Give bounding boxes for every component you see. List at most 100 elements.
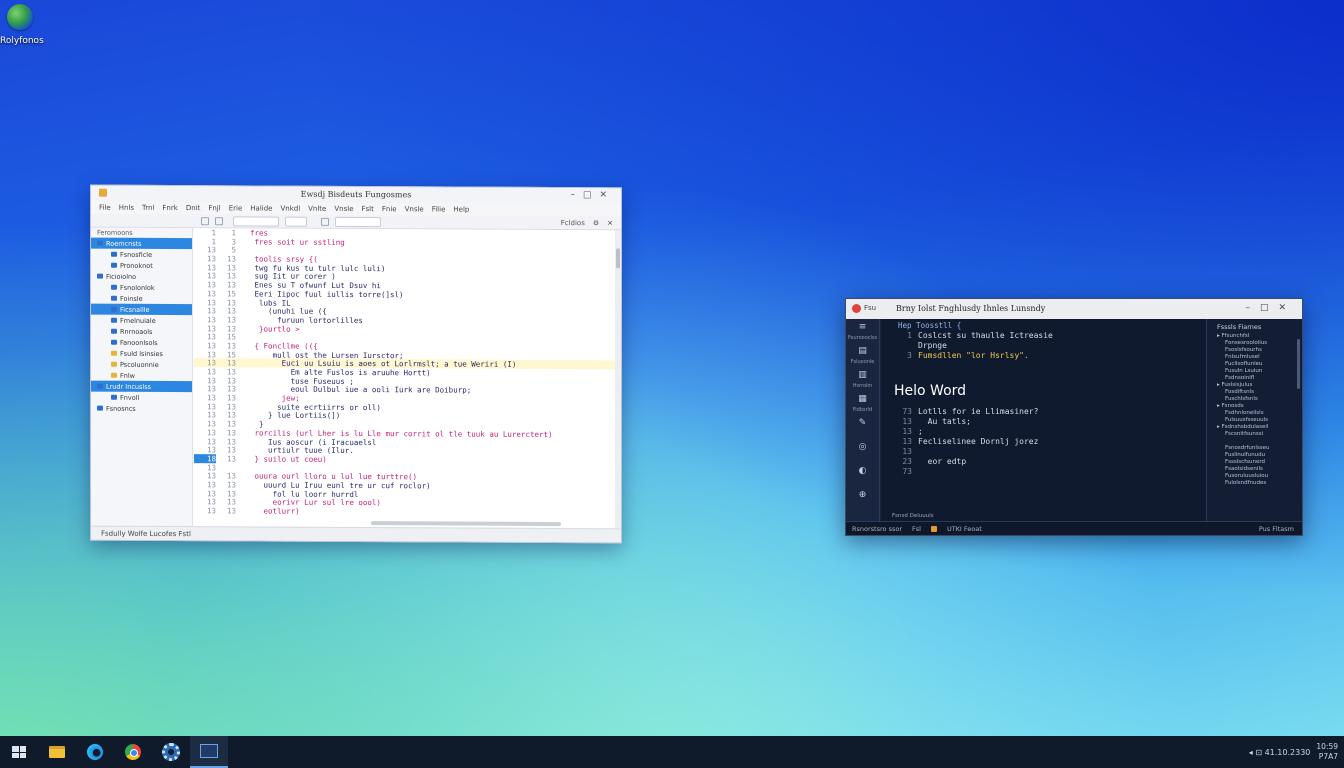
menu-item[interactable]: Filie: [432, 205, 446, 213]
sidebar-item[interactable]: Fsuld lsinsies: [91, 348, 192, 360]
outline-item[interactable]: Fusoruluusluiou: [1207, 473, 1302, 480]
toolbar-save-icon[interactable]: [321, 217, 329, 226]
outline-item[interactable]: Fsoslsfsourhs: [1207, 347, 1302, 354]
menu-item[interactable]: Erie: [229, 204, 243, 212]
taskbar-terminal[interactable]: [190, 736, 228, 768]
sidebar-item[interactable]: Pscoluonnie: [91, 359, 192, 371]
code-editor[interactable]: Hep Toosstll { 1 Coslcst su thaulle Ictre…: [882, 319, 1206, 521]
sidebar-item[interactable]: Roemcnsts: [91, 237, 192, 250]
vertical-scrollbar[interactable]: [615, 230, 621, 529]
outline-item[interactable]: Fusuln Lsuiun: [1207, 368, 1302, 375]
menu-item[interactable]: Hnls: [119, 204, 134, 212]
toolbar-dropdown[interactable]: [285, 216, 307, 227]
menu-item[interactable]: Fnrk: [162, 204, 177, 212]
menu-item[interactable]: Vnsle: [334, 205, 353, 213]
outline-item[interactable]: Fsnosdrfunlsseu: [1207, 445, 1302, 452]
settings-icon[interactable]: ⚙: [593, 219, 599, 227]
outline-item[interactable]: Fsdnsoinifl: [1207, 375, 1302, 382]
sidebar-item[interactable]: Fnlw: [91, 370, 192, 382]
sidebar-item[interactable]: Lrudr Incuslss: [91, 380, 192, 393]
ide-window-dark[interactable]: Fsu Brny Iolst Fnghlusdy Ihnles Lunsndy …: [845, 298, 1303, 536]
sidebar-item[interactable]: Fsnolonlok: [91, 282, 192, 294]
menu-item[interactable]: Vnsle: [405, 205, 424, 213]
taskbar-chrome[interactable]: [114, 736, 152, 768]
menu-item[interactable]: Fnie: [382, 205, 397, 213]
sidebar-item[interactable]: Fanoonlsols: [91, 337, 192, 349]
sidebar-item[interactable]: Pronoknot: [91, 260, 192, 272]
outline-item[interactable]: Fuschlsfsnls: [1207, 396, 1302, 403]
taskbar-edge[interactable]: [76, 736, 114, 768]
outline-item[interactable]: Fsdhnloneilsls: [1207, 410, 1302, 417]
activity-item[interactable]: ▥: [846, 367, 879, 383]
outline-scrollbar[interactable]: [1297, 339, 1300, 389]
minimize-icon[interactable]: –: [570, 190, 583, 200]
tray-text[interactable]: ◂ ⊡ 41.10.2330: [1249, 748, 1311, 757]
outline-item[interactable]: ▸ Fsdnshsbdulaseil: [1207, 424, 1302, 431]
clock[interactable]: 10:59 P7A7: [1316, 742, 1338, 762]
desktop-icon[interactable]: Rolyfonos: [0, 4, 44, 46]
sidebar-item[interactable]: Foinsle: [91, 293, 192, 305]
status-left[interactable]: Rsnorstsro ssor: [852, 525, 902, 533]
sidebar-item[interactable]: Fnvoll: [91, 392, 192, 404]
minimize-icon[interactable]: –: [1245, 303, 1260, 313]
scrollbar-thumb[interactable]: [616, 248, 620, 269]
window-controls[interactable]: –□✕: [1245, 303, 1296, 313]
close-icon[interactable]: ✕: [599, 190, 615, 200]
outline-item[interactable]: Fosdiftsnls: [1207, 389, 1302, 396]
outline-item[interactable]: ▸ Fsnosds: [1207, 403, 1302, 410]
outline-item[interactable]: Fonsesrooloilus: [1207, 340, 1302, 347]
outline-item[interactable]: Fssslscfsunerd: [1207, 459, 1302, 466]
title-bar[interactable]: Fsu Brny Iolst Fnghlusdy Ihnles Lunsndy …: [846, 299, 1302, 319]
menu-item[interactable]: Halide: [250, 204, 272, 212]
menu-item[interactable]: Fslt: [362, 205, 374, 213]
menu-item[interactable]: Vnkdl: [280, 205, 300, 213]
menu-item[interactable]: Vnlte: [308, 205, 326, 213]
status-encoding[interactable]: UTKI Feoat: [947, 525, 982, 533]
outline-item[interactable]: ▸ Ffsunchfsl: [1207, 333, 1302, 340]
activity-item[interactable]: ◐: [846, 463, 879, 479]
sidebar-item[interactable]: Fmelnuiale: [91, 315, 192, 327]
sidebar-item[interactable]: Rnrnoaols: [91, 326, 192, 338]
outline-item[interactable]: Fnlsufmlusel: [1207, 354, 1302, 361]
window-controls[interactable]: –□✕: [570, 190, 615, 200]
sidebar-item[interactable]: Ficsnallle: [91, 303, 192, 316]
toolbar-search-field[interactable]: [335, 216, 381, 228]
activity-item[interactable]: ▤: [846, 343, 879, 359]
toolbar-open-icon[interactable]: [215, 217, 223, 226]
menu-item[interactable]: Help: [453, 206, 469, 214]
outline-item[interactable]: Fucllsoflunleu: [1207, 361, 1302, 368]
taskbar-settings[interactable]: [152, 736, 190, 768]
maximize-icon[interactable]: □: [583, 190, 600, 200]
title-bar[interactable]: Ewsdj Bisdeuts Fungosmes –□✕: [91, 185, 621, 205]
outline-item[interactable]: Fulsuusfsseuuls: [1207, 417, 1302, 424]
activity-item[interactable]: ✎: [846, 415, 879, 431]
activity-item[interactable]: ▦: [846, 391, 879, 407]
toolbar-right-label[interactable]: Fcldios: [561, 219, 585, 227]
sidebar-item[interactable]: Ficioiolno: [91, 271, 192, 283]
ide-window-light[interactable]: Ewsdj Bisdeuts Fungosmes –□✕ File Hnls Trn…: [90, 184, 622, 544]
sidebar-item[interactable]: Fsnosficle: [91, 249, 192, 261]
activity-item[interactable]: ◎: [846, 439, 879, 455]
menu-item[interactable]: Trnl: [142, 204, 154, 212]
sidebar-item[interactable]: Fsnosncs: [91, 403, 192, 415]
outline-item[interactable]: [1207, 438, 1302, 445]
menu-item[interactable]: File: [99, 204, 111, 212]
outline-item[interactable]: Fulolsndfnudes: [1207, 480, 1302, 487]
start-button[interactable]: [0, 736, 38, 768]
menu-item[interactable]: Fnjl: [208, 204, 220, 212]
outline-item[interactable]: Fsaolsidsenils: [1207, 466, 1302, 473]
close-panel-icon[interactable]: ✕: [607, 219, 613, 227]
menu-item[interactable]: Dnit: [186, 204, 201, 212]
maximize-icon[interactable]: □: [1260, 303, 1279, 313]
code-editor[interactable]: 1 1 fres 1 3 fres soit ur sstling 13 5 13 13 too…: [194, 228, 615, 529]
status-mid[interactable]: Fsl: [912, 525, 921, 533]
toolbar-new-icon[interactable]: [201, 217, 209, 226]
status-right[interactable]: Pus Fltasm: [1259, 525, 1294, 533]
status-panel-tab[interactable]: Fsnsd Deluuuls: [892, 513, 934, 519]
activity-item[interactable]: ≡: [846, 319, 879, 335]
outline-item[interactable]: Fuslinulfunudu: [1207, 452, 1302, 459]
activity-item[interactable]: ⊕: [846, 487, 879, 503]
toolbar-combo[interactable]: [233, 216, 279, 227]
outline-item[interactable]: Fscsnitfsunssi: [1207, 431, 1302, 438]
outline-item[interactable]: ▸ Fuslsisjulus: [1207, 382, 1302, 389]
